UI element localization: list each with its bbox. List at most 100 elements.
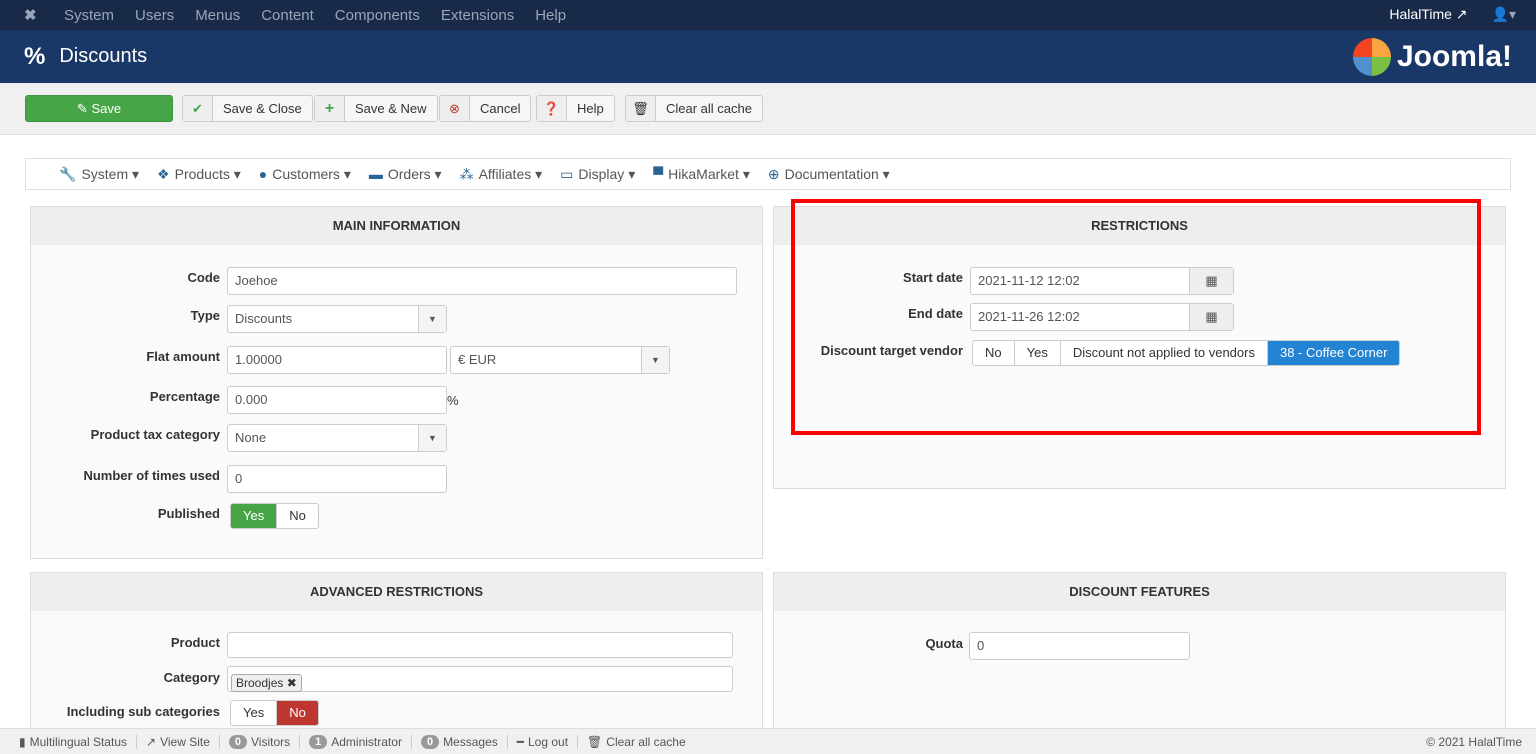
discount-features-panel: DISCOUNT FEATURES Quota 0 — [773, 572, 1506, 742]
menu-content[interactable]: Content — [261, 7, 314, 24]
menu-system[interactable]: System — [64, 7, 114, 24]
monitor-icon: ▭ — [560, 165, 574, 182]
category-tag-label: Broodjes — [236, 676, 284, 690]
joomla-logo-text: Joomla! — [1396, 40, 1512, 73]
visitors-status[interactable]: 0 Visitors — [220, 734, 301, 749]
plus-icon: + — [315, 96, 345, 121]
administrator-status[interactable]: 1 Administrator — [300, 734, 412, 749]
messages-label: Messages — [443, 734, 498, 749]
site-link[interactable]: HalalTime ↗ — [1389, 6, 1467, 23]
status-clear-cache-link[interactable]: 🗑 Clear all cache — [578, 735, 695, 749]
main-information-panel: MAIN INFORMATION Code Joehoe Type Discou… — [30, 206, 763, 559]
save-button[interactable]: ✎ Save — [25, 95, 173, 122]
caret-down-icon: ▼ — [418, 425, 446, 451]
hikashop-submenu: 🔧 System ▾ ❖ Products ▾ ● Customers ▾ ▬ Orde… — [25, 158, 1511, 190]
menu-help[interactable]: Help — [535, 7, 566, 24]
view-site-link[interactable]: ↗ View Site — [137, 734, 220, 749]
percent-icon: % — [24, 42, 46, 70]
save-new-label: Save & New — [355, 101, 427, 116]
highlight-box — [791, 199, 1481, 435]
times-used-input[interactable]: 0 — [227, 465, 447, 493]
code-input[interactable]: Joehoe — [227, 267, 737, 295]
code-label: Code — [187, 270, 221, 285]
submenu-display[interactable]: ▭ Display ▾ — [560, 166, 635, 183]
page-title: Discounts — [59, 45, 148, 67]
quota-label: Quota — [925, 636, 963, 651]
sub-categories-no[interactable]: No — [277, 701, 318, 725]
messages-status[interactable]: 0 Messages — [412, 734, 508, 749]
wrench-icon: 🔧 — [59, 165, 77, 182]
flat-amount-label: Flat amount — [146, 349, 220, 364]
multilingual-status-link[interactable]: ▮ Multilingual Status — [10, 734, 137, 749]
product-input[interactable] — [227, 632, 733, 658]
category-input[interactable]: Broodjes ✖ — [227, 666, 733, 692]
store-icon: ▀ — [653, 165, 664, 182]
percentage-input[interactable]: 0.000 — [227, 386, 447, 414]
submenu-label: System — [81, 165, 129, 182]
published-toggle[interactable]: Yes No — [230, 503, 319, 529]
minus-icon: ━ — [516, 734, 524, 749]
cancel-button[interactable]: ⊗ Cancel — [439, 95, 532, 122]
question-icon: ❓ — [537, 96, 567, 121]
submenu-documentation[interactable]: ⊕ Documentation ▾ — [768, 166, 890, 183]
remove-icon[interactable]: ✖ — [287, 676, 297, 690]
submenu-label: Orders — [387, 165, 431, 182]
published-no[interactable]: No — [277, 504, 318, 528]
submenu-orders[interactable]: ▬ Orders ▾ — [369, 166, 442, 183]
type-label: Type — [190, 308, 220, 323]
quota-input[interactable]: 0 — [969, 632, 1190, 660]
times-used-label: Number of times used — [83, 468, 220, 483]
published-yes[interactable]: Yes — [231, 504, 278, 528]
submenu-products[interactable]: ❖ Products ▾ — [157, 166, 241, 183]
submenu-customers[interactable]: ● Customers ▾ — [259, 166, 351, 183]
submenu-affiliates[interactable]: ⁂ Affiliates ▾ — [460, 166, 543, 183]
sub-categories-toggle[interactable]: Yes No — [230, 700, 319, 726]
edit-icon: ✎ — [76, 100, 92, 116]
admin-menu-bar: ✖ System Users Menus Content Components … — [0, 0, 1536, 30]
product-label: Product — [170, 635, 220, 650]
check-icon: ✔ — [183, 96, 213, 121]
advanced-restrictions-panel: ADVANCED RESTRICTIONS Product Category B… — [30, 572, 763, 742]
view-site-label: View Site — [160, 734, 210, 749]
submenu-label: Affiliates — [478, 165, 532, 182]
comment-icon: ▮ — [19, 734, 26, 749]
published-label: Published — [157, 506, 220, 521]
sub-categories-label: Including sub categories — [66, 704, 220, 719]
caret-down-icon: ▼ — [418, 306, 446, 332]
menu-extensions[interactable]: Extensions — [441, 7, 514, 24]
menu-menus[interactable]: Menus — [195, 7, 240, 24]
panel-title: MAIN INFORMATION — [31, 207, 762, 245]
submenu-system[interactable]: 🔧 System ▾ — [59, 166, 139, 183]
external-link-icon: ↗ — [1455, 6, 1468, 22]
menu-users[interactable]: Users — [135, 7, 174, 24]
save-new-button[interactable]: + Save & New — [314, 95, 438, 122]
panel-title: ADVANCED RESTRICTIONS — [31, 573, 762, 611]
type-select[interactable]: Discounts ▼ — [227, 305, 447, 333]
tax-category-select[interactable]: None ▼ — [227, 424, 447, 452]
percent-unit: % — [447, 393, 459, 408]
cancel-icon: ⊗ — [440, 96, 470, 121]
messages-badge: 0 — [420, 734, 440, 749]
sub-categories-yes[interactable]: Yes — [231, 701, 278, 725]
save-label: Save — [91, 101, 122, 116]
flat-amount-input[interactable]: 1.00000 — [227, 346, 447, 374]
save-close-button[interactable]: ✔ Save & Close — [182, 95, 313, 122]
joomla-logo-icon — [1352, 38, 1391, 76]
logout-link[interactable]: ━ Log out — [508, 734, 579, 749]
cancel-label: Cancel — [480, 101, 521, 116]
category-label: Category — [163, 670, 220, 685]
joomla-icon[interactable]: ✖ — [24, 6, 44, 24]
help-button[interactable]: ❓ Help — [536, 95, 615, 122]
clear-cache-label: Clear all cache — [606, 734, 686, 749]
menu-components[interactable]: Components — [335, 7, 420, 24]
clear-cache-button[interactable]: 🗑 Clear all cache — [625, 95, 763, 122]
users-icon: ⁂ — [459, 165, 474, 182]
currency-select[interactable]: € EUR ▼ — [450, 346, 670, 374]
joomla-logo: Joomla! — [1352, 38, 1512, 76]
submenu-label: Products — [174, 165, 230, 182]
submenu-hikamarket[interactable]: ▀ HikaMarket ▾ — [653, 166, 750, 183]
user-menu-icon[interactable]: 👤▾ — [1492, 6, 1516, 23]
external-link-icon: ↗ — [146, 734, 157, 749]
page-header: % Discounts Joomla! — [0, 30, 1536, 83]
trash-icon: 🗑 — [587, 734, 603, 749]
